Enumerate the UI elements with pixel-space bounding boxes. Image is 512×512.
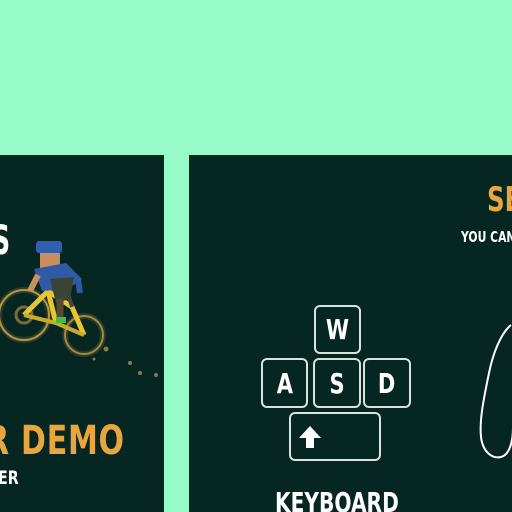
- key-space: [289, 412, 381, 461]
- controller-outline-icon: [479, 324, 512, 459]
- key-a-label: A: [276, 366, 293, 400]
- key-w: W: [314, 305, 361, 354]
- key-a: A: [261, 358, 308, 408]
- keyboard-label: KEYBOARD: [275, 486, 399, 512]
- settings-title: SE: [487, 180, 512, 220]
- up-arrow-icon: [299, 425, 321, 448]
- key-d-label: D: [378, 366, 396, 400]
- demo-subtitle: ER: [0, 467, 19, 489]
- left-card[interactable]: S R DEMO ER: [0, 155, 164, 512]
- demo-title: R DEMO: [0, 418, 125, 464]
- settings-card[interactable]: SE YOU CAN W A S D KEYBOARD: [189, 155, 512, 512]
- key-d: D: [363, 358, 411, 408]
- key-s: S: [313, 358, 361, 408]
- mountain-bike-rider-icon: [0, 241, 158, 377]
- key-s-label: S: [329, 366, 345, 400]
- settings-subtitle: YOU CAN: [461, 228, 512, 246]
- key-w-label: W: [325, 313, 350, 346]
